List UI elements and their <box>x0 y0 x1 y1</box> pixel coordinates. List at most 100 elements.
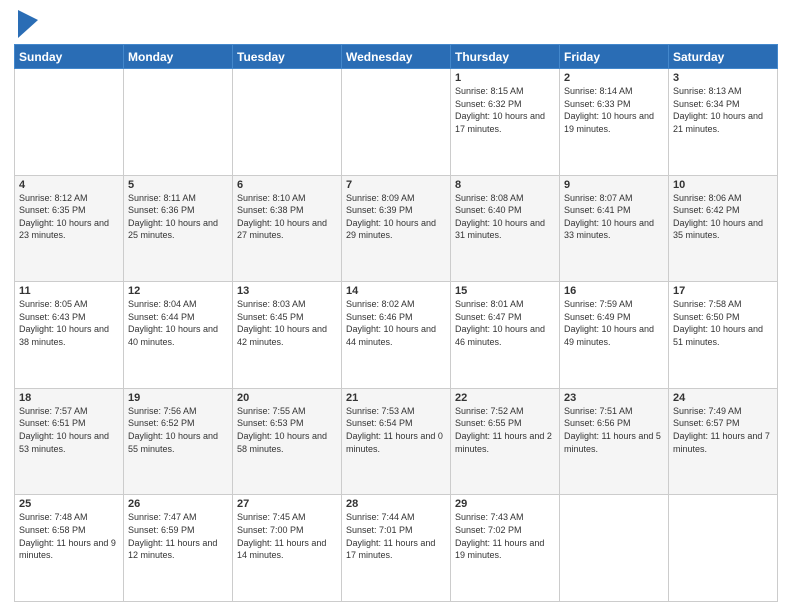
calendar-cell: 3Sunrise: 8:13 AM Sunset: 6:34 PM Daylig… <box>669 69 778 176</box>
day-info: Sunrise: 8:15 AM Sunset: 6:32 PM Dayligh… <box>455 85 555 135</box>
day-number: 6 <box>237 179 337 191</box>
calendar-cell <box>560 495 669 602</box>
weekday-header: Tuesday <box>233 45 342 69</box>
calendar-cell: 9Sunrise: 8:07 AM Sunset: 6:41 PM Daylig… <box>560 175 669 282</box>
day-number: 16 <box>564 285 664 297</box>
day-number: 13 <box>237 285 337 297</box>
calendar-cell: 8Sunrise: 8:08 AM Sunset: 6:40 PM Daylig… <box>451 175 560 282</box>
day-info: Sunrise: 8:05 AM Sunset: 6:43 PM Dayligh… <box>19 298 119 348</box>
day-info: Sunrise: 7:59 AM Sunset: 6:49 PM Dayligh… <box>564 298 664 348</box>
calendar-cell <box>124 69 233 176</box>
day-info: Sunrise: 8:13 AM Sunset: 6:34 PM Dayligh… <box>673 85 773 135</box>
calendar-week-row: 11Sunrise: 8:05 AM Sunset: 6:43 PM Dayli… <box>15 282 778 389</box>
weekday-header-row: SundayMondayTuesdayWednesdayThursdayFrid… <box>15 45 778 69</box>
calendar-cell <box>342 69 451 176</box>
day-number: 24 <box>673 392 773 404</box>
day-info: Sunrise: 8:11 AM Sunset: 6:36 PM Dayligh… <box>128 192 228 242</box>
day-number: 11 <box>19 285 119 297</box>
calendar-cell: 7Sunrise: 8:09 AM Sunset: 6:39 PM Daylig… <box>342 175 451 282</box>
day-info: Sunrise: 8:02 AM Sunset: 6:46 PM Dayligh… <box>346 298 446 348</box>
day-number: 2 <box>564 72 664 84</box>
calendar-cell: 13Sunrise: 8:03 AM Sunset: 6:45 PM Dayli… <box>233 282 342 389</box>
calendar-table: SundayMondayTuesdayWednesdayThursdayFrid… <box>14 44 778 602</box>
day-info: Sunrise: 7:52 AM Sunset: 6:55 PM Dayligh… <box>455 405 555 455</box>
day-number: 19 <box>128 392 228 404</box>
day-number: 29 <box>455 498 555 510</box>
calendar-week-row: 1Sunrise: 8:15 AM Sunset: 6:32 PM Daylig… <box>15 69 778 176</box>
day-number: 12 <box>128 285 228 297</box>
day-info: Sunrise: 8:01 AM Sunset: 6:47 PM Dayligh… <box>455 298 555 348</box>
day-number: 25 <box>19 498 119 510</box>
day-number: 15 <box>455 285 555 297</box>
calendar-cell: 2Sunrise: 8:14 AM Sunset: 6:33 PM Daylig… <box>560 69 669 176</box>
calendar-cell: 22Sunrise: 7:52 AM Sunset: 6:55 PM Dayli… <box>451 388 560 495</box>
weekday-header: Wednesday <box>342 45 451 69</box>
weekday-header: Monday <box>124 45 233 69</box>
calendar-cell: 26Sunrise: 7:47 AM Sunset: 6:59 PM Dayli… <box>124 495 233 602</box>
logo-icon <box>18 10 38 38</box>
calendar-cell: 28Sunrise: 7:44 AM Sunset: 7:01 PM Dayli… <box>342 495 451 602</box>
day-info: Sunrise: 7:51 AM Sunset: 6:56 PM Dayligh… <box>564 405 664 455</box>
day-number: 4 <box>19 179 119 191</box>
day-info: Sunrise: 7:45 AM Sunset: 7:00 PM Dayligh… <box>237 511 337 561</box>
day-number: 28 <box>346 498 446 510</box>
calendar-cell: 1Sunrise: 8:15 AM Sunset: 6:32 PM Daylig… <box>451 69 560 176</box>
day-number: 10 <box>673 179 773 191</box>
calendar-week-row: 18Sunrise: 7:57 AM Sunset: 6:51 PM Dayli… <box>15 388 778 495</box>
day-info: Sunrise: 8:07 AM Sunset: 6:41 PM Dayligh… <box>564 192 664 242</box>
header <box>14 10 778 38</box>
calendar-cell: 29Sunrise: 7:43 AM Sunset: 7:02 PM Dayli… <box>451 495 560 602</box>
calendar-cell: 6Sunrise: 8:10 AM Sunset: 6:38 PM Daylig… <box>233 175 342 282</box>
calendar-cell: 25Sunrise: 7:48 AM Sunset: 6:58 PM Dayli… <box>15 495 124 602</box>
day-number: 26 <box>128 498 228 510</box>
weekday-header: Sunday <box>15 45 124 69</box>
calendar-cell: 10Sunrise: 8:06 AM Sunset: 6:42 PM Dayli… <box>669 175 778 282</box>
calendar-cell: 11Sunrise: 8:05 AM Sunset: 6:43 PM Dayli… <box>15 282 124 389</box>
calendar-cell: 19Sunrise: 7:56 AM Sunset: 6:52 PM Dayli… <box>124 388 233 495</box>
day-number: 18 <box>19 392 119 404</box>
calendar-cell: 14Sunrise: 8:02 AM Sunset: 6:46 PM Dayli… <box>342 282 451 389</box>
calendar-week-row: 25Sunrise: 7:48 AM Sunset: 6:58 PM Dayli… <box>15 495 778 602</box>
page: SundayMondayTuesdayWednesdayThursdayFrid… <box>0 0 792 612</box>
calendar-cell <box>15 69 124 176</box>
day-info: Sunrise: 8:08 AM Sunset: 6:40 PM Dayligh… <box>455 192 555 242</box>
day-info: Sunrise: 7:53 AM Sunset: 6:54 PM Dayligh… <box>346 405 446 455</box>
calendar-cell: 23Sunrise: 7:51 AM Sunset: 6:56 PM Dayli… <box>560 388 669 495</box>
day-info: Sunrise: 8:04 AM Sunset: 6:44 PM Dayligh… <box>128 298 228 348</box>
calendar-cell <box>233 69 342 176</box>
day-info: Sunrise: 7:57 AM Sunset: 6:51 PM Dayligh… <box>19 405 119 455</box>
day-number: 14 <box>346 285 446 297</box>
calendar-cell: 15Sunrise: 8:01 AM Sunset: 6:47 PM Dayli… <box>451 282 560 389</box>
calendar-cell <box>669 495 778 602</box>
day-number: 8 <box>455 179 555 191</box>
day-info: Sunrise: 7:43 AM Sunset: 7:02 PM Dayligh… <box>455 511 555 561</box>
calendar-cell: 18Sunrise: 7:57 AM Sunset: 6:51 PM Dayli… <box>15 388 124 495</box>
day-number: 22 <box>455 392 555 404</box>
day-number: 21 <box>346 392 446 404</box>
weekday-header: Thursday <box>451 45 560 69</box>
day-number: 23 <box>564 392 664 404</box>
calendar-cell: 24Sunrise: 7:49 AM Sunset: 6:57 PM Dayli… <box>669 388 778 495</box>
day-number: 20 <box>237 392 337 404</box>
calendar-cell: 12Sunrise: 8:04 AM Sunset: 6:44 PM Dayli… <box>124 282 233 389</box>
day-info: Sunrise: 7:49 AM Sunset: 6:57 PM Dayligh… <box>673 405 773 455</box>
day-info: Sunrise: 7:47 AM Sunset: 6:59 PM Dayligh… <box>128 511 228 561</box>
day-info: Sunrise: 8:12 AM Sunset: 6:35 PM Dayligh… <box>19 192 119 242</box>
day-info: Sunrise: 8:14 AM Sunset: 6:33 PM Dayligh… <box>564 85 664 135</box>
calendar-cell: 17Sunrise: 7:58 AM Sunset: 6:50 PM Dayli… <box>669 282 778 389</box>
day-number: 7 <box>346 179 446 191</box>
day-number: 1 <box>455 72 555 84</box>
day-info: Sunrise: 7:58 AM Sunset: 6:50 PM Dayligh… <box>673 298 773 348</box>
day-info: Sunrise: 7:48 AM Sunset: 6:58 PM Dayligh… <box>19 511 119 561</box>
day-info: Sunrise: 7:55 AM Sunset: 6:53 PM Dayligh… <box>237 405 337 455</box>
calendar-cell: 4Sunrise: 8:12 AM Sunset: 6:35 PM Daylig… <box>15 175 124 282</box>
day-info: Sunrise: 8:09 AM Sunset: 6:39 PM Dayligh… <box>346 192 446 242</box>
day-number: 27 <box>237 498 337 510</box>
calendar-week-row: 4Sunrise: 8:12 AM Sunset: 6:35 PM Daylig… <box>15 175 778 282</box>
day-info: Sunrise: 7:56 AM Sunset: 6:52 PM Dayligh… <box>128 405 228 455</box>
logo <box>14 10 38 38</box>
day-number: 5 <box>128 179 228 191</box>
calendar-cell: 20Sunrise: 7:55 AM Sunset: 6:53 PM Dayli… <box>233 388 342 495</box>
calendar-cell: 27Sunrise: 7:45 AM Sunset: 7:00 PM Dayli… <box>233 495 342 602</box>
day-number: 3 <box>673 72 773 84</box>
